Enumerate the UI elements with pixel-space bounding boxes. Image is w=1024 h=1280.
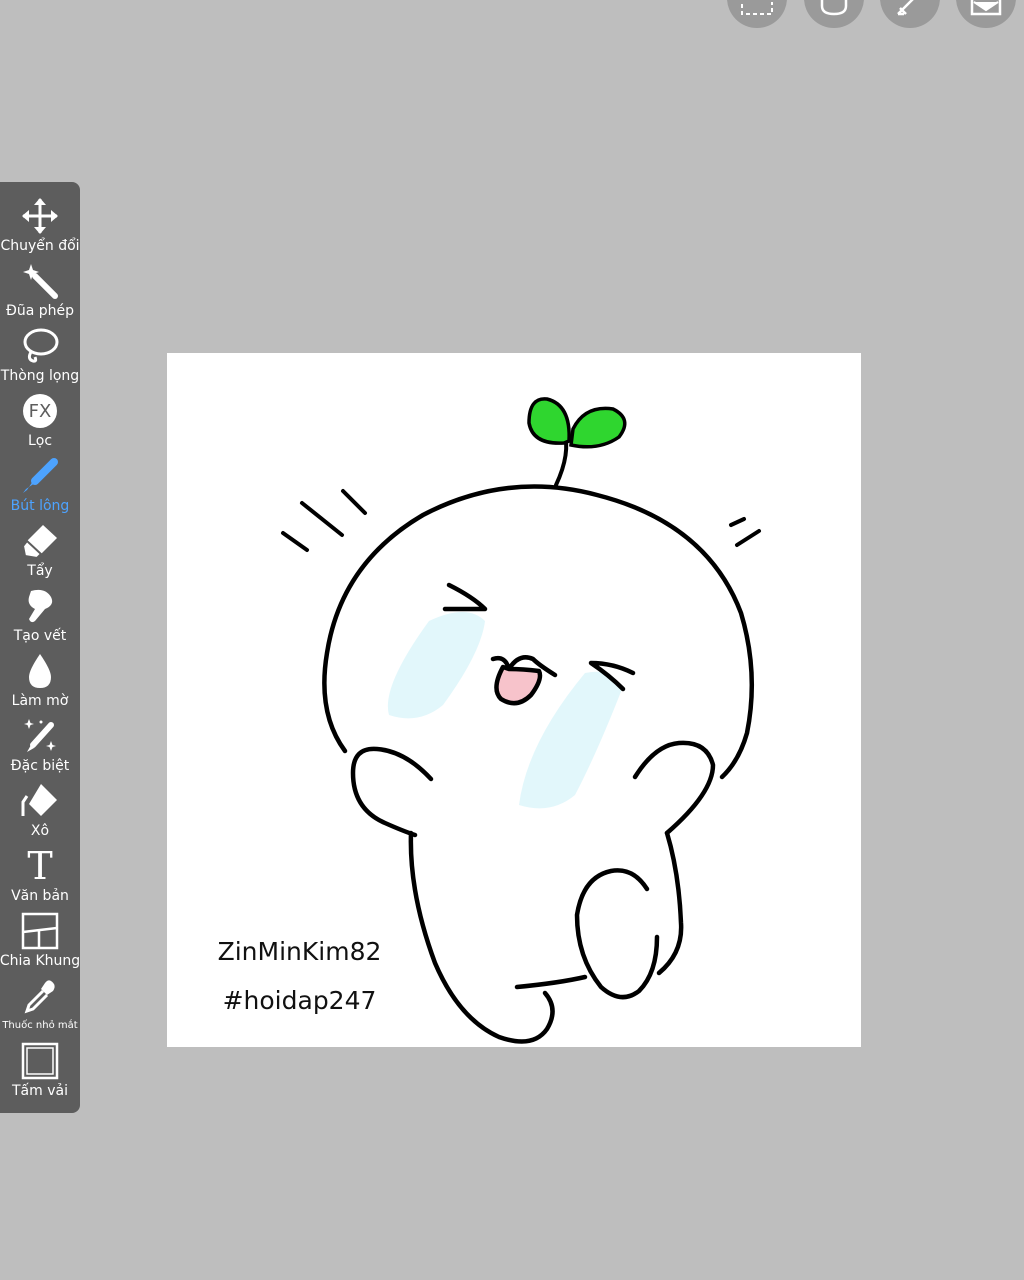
tool-label: Văn bản xyxy=(11,888,69,904)
brush-icon xyxy=(20,456,60,496)
magic-wand-icon xyxy=(20,261,60,301)
tool-lasso[interactable]: Thòng lọng xyxy=(0,324,80,388)
ruler-button[interactable] xyxy=(880,0,940,28)
hand-icon xyxy=(820,0,848,16)
text-icon: T xyxy=(20,846,60,886)
move-icon xyxy=(20,196,60,236)
watermark-hashtag: #hoidap247 xyxy=(222,986,377,1015)
tool-eyedropper[interactable]: Thuốc nhỏ mắt xyxy=(0,974,80,1038)
tool-label: Đặc biệt xyxy=(10,758,70,774)
tear-left xyxy=(387,612,485,719)
frame-divide-icon xyxy=(20,911,60,951)
sparkle-pen-icon xyxy=(20,716,60,756)
layers-icon xyxy=(970,0,1002,16)
canvas-icon xyxy=(20,1041,60,1081)
tool-sidebar: Chuyển đổi Đũa phép Thòng lọng FX Lọc Bú… xyxy=(0,182,80,1113)
smudge-icon xyxy=(20,586,60,626)
sprout-leaf-right xyxy=(569,406,627,449)
tool-text[interactable]: T Văn bản xyxy=(0,844,80,908)
selection-icon xyxy=(741,2,773,15)
eraser-icon xyxy=(20,521,60,561)
hand-button[interactable] xyxy=(804,0,864,28)
tool-canvas[interactable]: Tấm vải xyxy=(0,1039,80,1103)
tool-label: Bút lông xyxy=(10,498,70,514)
text-glyph: T xyxy=(27,844,53,888)
tool-smudge[interactable]: Tạo vết xyxy=(0,584,80,648)
open-mouth xyxy=(494,664,543,706)
tool-label: Làm mờ xyxy=(11,693,69,709)
tool-transform[interactable]: Chuyển đổi xyxy=(0,194,80,258)
blur-drop-icon xyxy=(20,651,60,691)
sprout-leaf-left xyxy=(527,397,571,445)
tool-label: Chuyển đổi xyxy=(0,238,80,254)
tool-special[interactable]: Đặc biệt xyxy=(0,714,80,778)
tool-bucket[interactable]: Xô xyxy=(0,779,80,843)
ruler-icon xyxy=(897,0,914,16)
tool-filter[interactable]: FX Lọc xyxy=(0,389,80,453)
fx-filter-icon: FX xyxy=(20,391,60,431)
tool-label: Đũa phép xyxy=(5,303,74,319)
lasso-icon xyxy=(20,326,60,366)
tool-magic-wand[interactable]: Đũa phép xyxy=(0,259,80,323)
layers-button[interactable] xyxy=(956,0,1016,28)
drawing-canvas[interactable]: ZinMinKim82 #hoidap247 xyxy=(167,353,861,1047)
tool-label: Tấm vải xyxy=(12,1083,68,1099)
tool-frame-divider[interactable]: Chia Khung xyxy=(0,909,80,973)
tool-label: Tạo vết xyxy=(13,628,67,644)
tool-label: Thuốc nhỏ mắt xyxy=(2,1020,78,1031)
tool-label: Xô xyxy=(30,823,50,839)
fx-glyph: FX xyxy=(28,400,52,422)
tool-label: Lọc xyxy=(27,433,53,449)
tool-brush[interactable]: Bút lông xyxy=(0,454,80,518)
tool-eraser[interactable]: Tẩy xyxy=(0,519,80,583)
tool-label: Tẩy xyxy=(27,563,53,579)
bucket-icon xyxy=(20,781,60,821)
tool-blur[interactable]: Làm mờ xyxy=(0,649,80,713)
tool-label: Thòng lọng xyxy=(0,368,80,384)
watermark-username: ZinMinKim82 xyxy=(217,937,382,966)
eyedropper-icon xyxy=(20,976,60,1016)
selection-button[interactable] xyxy=(727,0,787,28)
tool-label: Chia Khung xyxy=(0,953,81,969)
